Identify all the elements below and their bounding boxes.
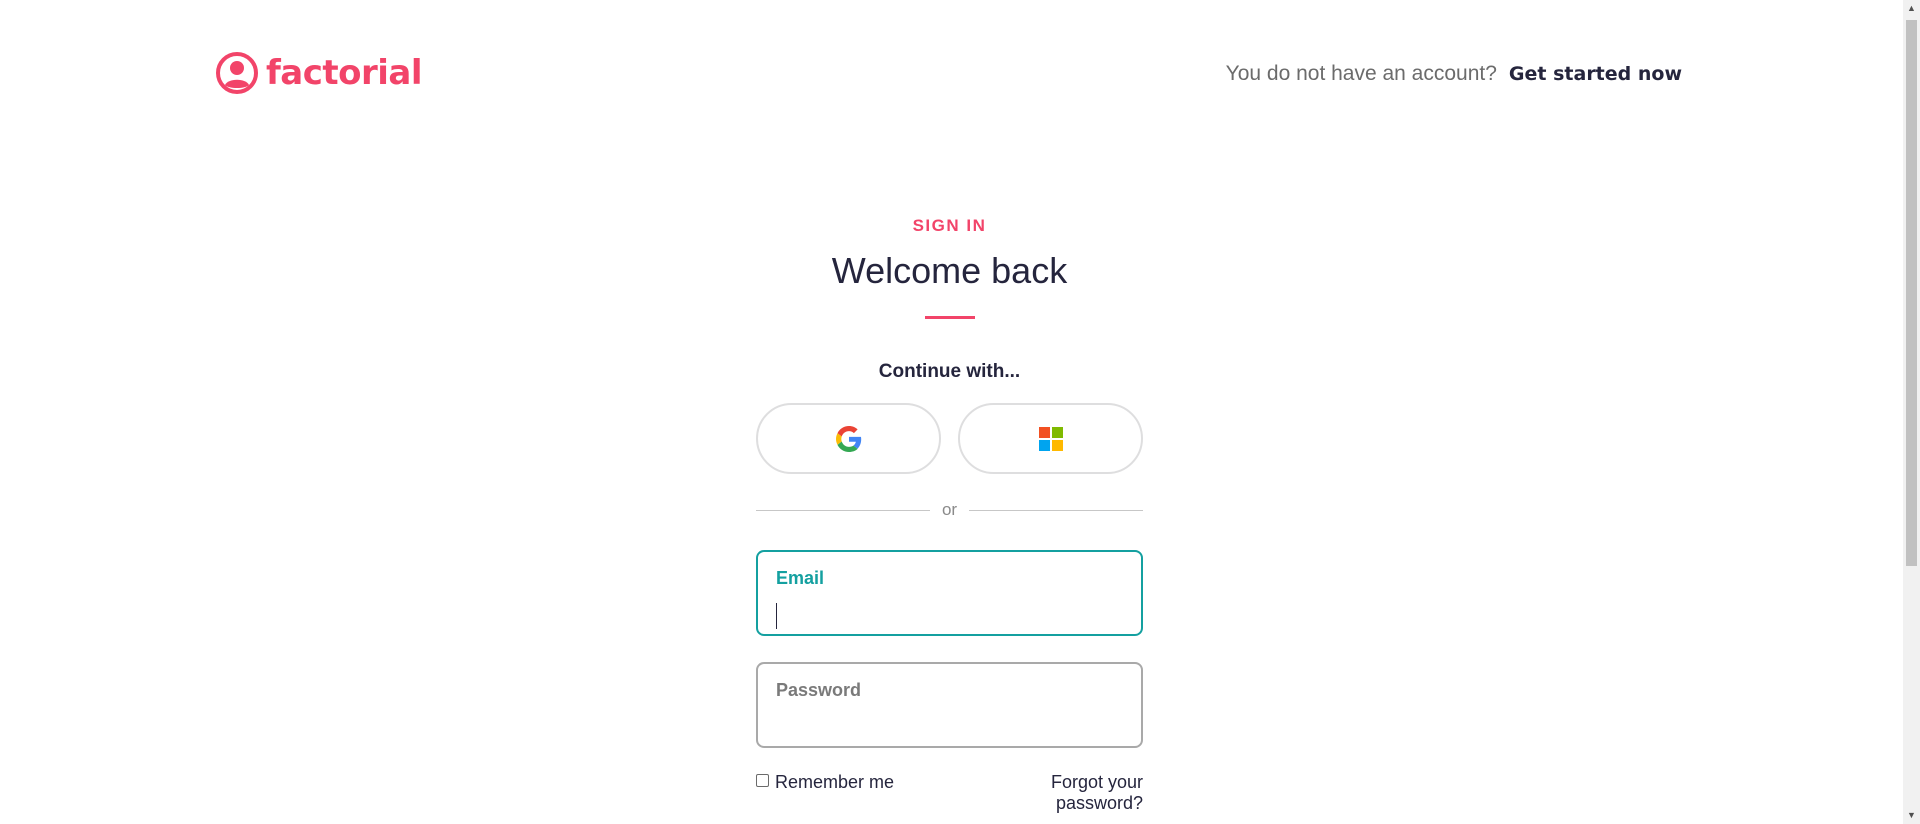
page-title: Welcome back	[831, 250, 1068, 291]
account-prompt-text: You do not have an account?	[1225, 62, 1497, 85]
logo-text: factorial	[266, 53, 423, 93]
user-circle-logo-icon	[216, 52, 258, 94]
email-label: Email	[776, 568, 825, 588]
password-input[interactable]	[776, 707, 1123, 735]
remember-me[interactable]: Remember me	[756, 772, 894, 814]
sign-in-page: factorial You do not have an account? Ge…	[0, 0, 1920, 824]
google-sign-in-button[interactable]	[756, 403, 941, 474]
remember-me-checkbox[interactable]	[756, 774, 769, 787]
email-field[interactable]: Email	[756, 550, 1143, 636]
microsoft-sign-in-button[interactable]	[958, 403, 1143, 474]
sign-in-eyebrow: SIGN IN	[912, 216, 987, 235]
forgot-password-link[interactable]: Forgot your password?	[1033, 772, 1143, 814]
sso-buttons	[756, 403, 1143, 474]
factorial-logo[interactable]: factorial	[216, 52, 423, 94]
remember-me-label: Remember me	[775, 772, 895, 792]
microsoft-icon	[1038, 426, 1063, 451]
title-underline	[924, 316, 975, 319]
divider-line-right	[969, 509, 1143, 511]
or-divider: or	[756, 500, 1143, 520]
continue-with-label: Continue with...	[878, 361, 1021, 382]
scroll-down-arrow-icon[interactable]: ▼	[1903, 807, 1920, 824]
email-input[interactable]	[776, 595, 1123, 623]
text-caret	[776, 603, 777, 629]
password-label: Password	[776, 680, 862, 700]
scrollbar-thumb[interactable]	[1906, 20, 1917, 566]
password-field[interactable]: Password	[756, 662, 1143, 748]
sign-in-form: SIGN IN Welcome back Continue with... or…	[756, 210, 1143, 814]
get-started-link[interactable]: Get started now	[1509, 63, 1682, 85]
divider-text: or	[941, 500, 958, 519]
vertical-scrollbar[interactable]: ▲ ▼	[1903, 0, 1920, 824]
account-prompt: You do not have an account? Get started …	[1226, 62, 1682, 86]
form-footer: Remember me Forgot your password?	[756, 772, 1143, 814]
scroll-up-arrow-icon[interactable]: ▲	[1903, 0, 1920, 17]
google-icon	[835, 425, 861, 452]
divider-line-left	[756, 509, 930, 511]
